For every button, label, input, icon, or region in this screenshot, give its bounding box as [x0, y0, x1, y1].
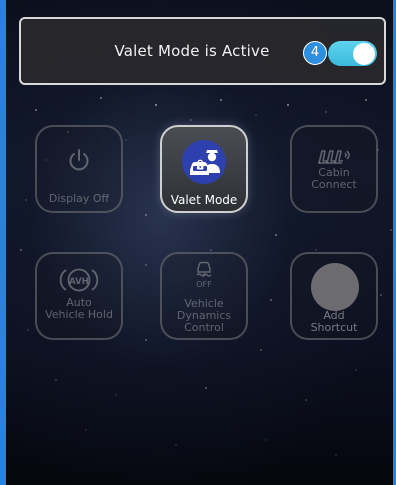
tile-label: Valet Mode [170, 193, 238, 207]
tile-label: Add Shortcut [310, 309, 358, 334]
valet-mode-button[interactable]: Valet Mode [160, 125, 248, 213]
valet-status-banner: Valet Mode is Active 4 [19, 17, 386, 85]
valet-status-text: Valet Mode is Active [114, 42, 270, 60]
tile-label: Display Off [48, 192, 110, 205]
cabin-connect-button[interactable]: Cabin Connect [290, 125, 378, 213]
tile-label: Vehicle Dynamics Control [176, 297, 232, 334]
vehicle-dynamics-control-button[interactable]: OFF Vehicle Dynamics Control [160, 252, 248, 340]
toggle-knob [353, 42, 375, 65]
auto-vehicle-hold-button[interactable]: AVH Auto Vehicle Hold [35, 252, 123, 340]
count-badge: 4 [303, 41, 327, 65]
avh-icon-text: AVH [69, 277, 89, 287]
valet-screen: Valet Mode is Active 4 Display Off Valet… [0, 0, 396, 485]
power-icon [37, 147, 121, 177]
tile-label: Cabin Connect [311, 166, 357, 191]
display-off-button[interactable]: Display Off [35, 125, 123, 213]
valet-mode-icon [182, 140, 226, 184]
avh-icon: AVH [37, 266, 121, 298]
valet-mode-toggle[interactable] [328, 41, 377, 66]
vdc-off-text: OFF [196, 280, 212, 289]
tile-label: Auto Vehicle Hold [45, 296, 113, 321]
vehicle-dynamics-off-icon: OFF [162, 259, 246, 289]
add-shortcut-circle [311, 263, 359, 311]
add-shortcut-button[interactable]: Add Shortcut [290, 252, 378, 340]
